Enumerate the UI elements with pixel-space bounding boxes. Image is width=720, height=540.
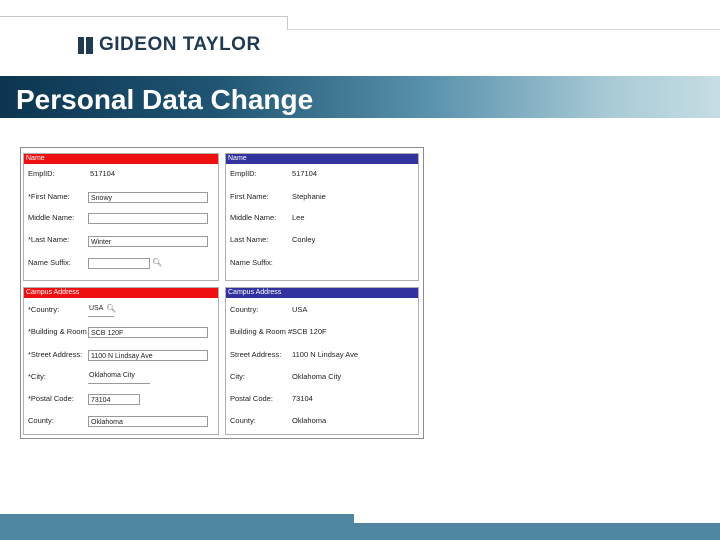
new-first-value: Stephanie <box>292 192 326 201</box>
new-name-panel: Name EmplID: 517104 First Name: Stephani… <box>225 153 419 281</box>
old-name-panel: Name EmplID: 517104 *First Name: Snowy M… <box>23 153 219 281</box>
old-country-input[interactable]: USA <box>89 305 103 312</box>
new-building-value: SCB 120F <box>292 327 327 336</box>
new-county-label: County: <box>230 416 256 425</box>
old-suffix-magnifier-icon[interactable]: 🔍︎ <box>152 258 162 267</box>
slide-title: Personal Data Change <box>16 84 314 115</box>
new-country-label: Country: <box>230 305 259 314</box>
new-address-header: Campus Address <box>226 288 418 298</box>
new-city-value: Oklahoma City <box>292 372 342 381</box>
new-suffix-row: Name Suffix: <box>230 257 416 269</box>
old-address-panel: Campus Address *Country: USA 🔍︎ *Buildin… <box>23 287 219 435</box>
new-city-label: City: <box>230 372 245 381</box>
new-county-row: County: Oklahoma <box>230 415 416 427</box>
old-street-input[interactable]: 1100 N Lindsay Ave <box>88 350 208 361</box>
title-band: Personal Data Change <box>0 76 720 118</box>
top-rule-step <box>287 16 288 30</box>
old-country-magnifier-icon[interactable]: 🔍︎ <box>106 304 116 313</box>
top-rule <box>0 16 288 17</box>
old-middle-label: Middle Name: <box>28 213 75 222</box>
new-postal-row: Postal Code: 73104 <box>230 393 416 405</box>
old-suffix-label: Name Suffix: <box>28 258 71 267</box>
old-country-row: *Country: <box>28 304 216 316</box>
old-name-header: Name <box>24 154 218 164</box>
logo-text: GIDEON TAYLOR <box>99 34 261 55</box>
new-first-label: First Name: <box>230 192 269 201</box>
old-county-label: County: <box>28 416 54 425</box>
new-country-row: Country: USA <box>230 304 416 316</box>
new-building-row: Building & Room #: SCB 120F <box>230 326 416 338</box>
old-street-label: *Street Address: <box>28 350 83 359</box>
gideon-taylor-logo: GIDEON TAYLOR <box>78 34 261 56</box>
top-rule-right <box>288 29 720 30</box>
old-building-input[interactable]: SCB 120F <box>88 327 208 338</box>
new-street-label: Street Address: <box>230 350 282 359</box>
old-country-underline <box>88 316 114 317</box>
old-last-name-input[interactable]: Winter <box>88 236 208 247</box>
new-postal-value: 73104 <box>292 394 313 403</box>
new-emplid-label: EmplID: <box>230 169 257 178</box>
old-postal-input[interactable]: 73104 <box>88 394 140 405</box>
new-first-row: First Name: Stephanie <box>230 191 416 203</box>
logo-mark-icon <box>78 36 93 54</box>
old-address-header: Campus Address <box>24 288 218 298</box>
old-emplid-row: EmplID: 517104 <box>28 168 216 180</box>
new-county-value: Oklahoma <box>292 416 327 425</box>
screenshot-frame: Name EmplID: 517104 *First Name: Snowy M… <box>20 147 424 439</box>
old-middle-name-input[interactable] <box>88 213 208 224</box>
bottom-band <box>0 514 354 540</box>
new-postal-label: Postal Code: <box>230 394 273 403</box>
new-last-row: Last Name: Conley <box>230 234 416 246</box>
new-middle-row: Middle Name: Lee <box>230 212 416 224</box>
new-middle-value: Lee <box>292 213 305 222</box>
old-first-name-input[interactable]: Snowy <box>88 192 208 203</box>
old-county-input[interactable]: Oklahoma <box>88 416 208 427</box>
old-emplid-value: 517104 <box>90 169 116 178</box>
old-city-underline <box>88 383 150 384</box>
new-middle-label: Middle Name: <box>230 213 277 222</box>
new-emplid-row: EmplID: 517104 <box>230 168 416 180</box>
bottom-band-right <box>354 523 720 540</box>
old-postal-label: *Postal Code: <box>28 394 74 403</box>
old-building-label: *Building & Room #: <box>28 327 96 336</box>
old-last-label: *Last Name: <box>28 235 70 244</box>
new-address-panel: Campus Address Country: USA Building & R… <box>225 287 419 435</box>
new-country-value: USA <box>292 305 308 314</box>
new-street-row: Street Address: 1100 N Lindsay Ave <box>230 349 416 361</box>
old-first-label: *First Name: <box>28 192 70 201</box>
old-city-label: *City: <box>28 372 46 381</box>
new-building-label: Building & Room #: <box>230 327 295 336</box>
new-last-label: Last Name: <box>230 235 269 244</box>
new-suffix-label: Name Suffix: <box>230 258 273 267</box>
new-name-header: Name <box>226 154 418 164</box>
new-street-value: 1100 N Lindsay Ave <box>292 350 359 359</box>
new-last-value: Conley <box>292 235 316 244</box>
old-city-input[interactable]: Oklahoma City <box>89 372 135 379</box>
new-emplid-value: 517104 <box>292 169 318 178</box>
old-name-suffix-input[interactable] <box>88 258 150 269</box>
new-city-row: City: Oklahoma City <box>230 371 416 383</box>
old-emplid-label: EmplID: <box>28 169 55 178</box>
old-country-label: *Country: <box>28 305 60 314</box>
